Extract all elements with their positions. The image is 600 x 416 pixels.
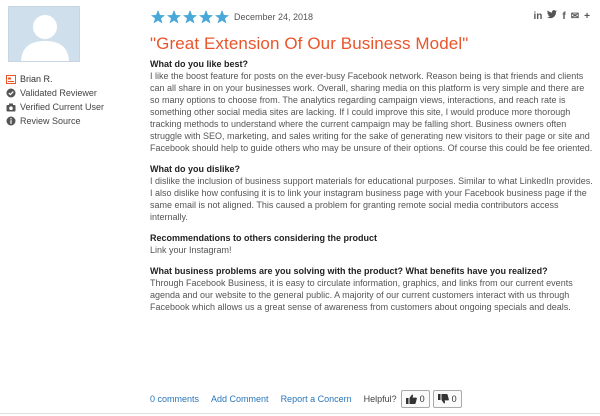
check-circle-icon: [6, 88, 16, 98]
thumbs-up-icon: [405, 394, 417, 404]
star-icon: [183, 10, 197, 24]
add-comment-link[interactable]: Add Comment: [211, 394, 269, 404]
reviewer-name: Brian R.: [20, 74, 53, 84]
report-concern-link[interactable]: Report a Concern: [281, 394, 352, 404]
validated-row: Validated Reviewer: [6, 86, 136, 100]
question-recommendations: Recommendations to others considering th…: [150, 233, 378, 243]
thumbs-up-count: 0: [419, 394, 425, 404]
question-business-problems: What business problems are you solving w…: [150, 266, 548, 276]
review-footer: 0 comments Add Comment Report a Concern …: [150, 390, 465, 408]
source-label[interactable]: Review Source: [20, 116, 81, 126]
facebook-icon[interactable]: f: [562, 11, 565, 22]
reviewer-panel: Brian R. Validated Reviewer Verified Cur…: [6, 6, 136, 128]
review-title: "Great Extension Of Our Business Model": [150, 34, 469, 53]
comments-link[interactable]: 0 comments: [150, 394, 199, 404]
thumbs-down-count: 0: [451, 394, 457, 404]
section-dislike: What do you dislike? I dislike the inclu…: [150, 164, 594, 223]
star-icon: [167, 10, 181, 24]
validated-label: Validated Reviewer: [20, 88, 97, 98]
question-like: What do you like best?: [150, 59, 249, 69]
thumbs-up-button[interactable]: 0: [400, 390, 430, 408]
question-dislike: What do you dislike?: [150, 164, 241, 174]
star-icon: [215, 10, 229, 24]
helpful-label: Helpful?: [363, 394, 397, 404]
answer-business-problems: Through Facebook Business, it is easy to…: [150, 278, 573, 312]
twitter-icon[interactable]: [547, 10, 558, 22]
star-icon: [199, 10, 213, 24]
review-date: December 24, 2018: [234, 12, 314, 22]
thumbs-down-button[interactable]: 0: [432, 390, 462, 408]
answer-recommendations: Link your Instagram!: [150, 245, 232, 255]
section-business-problems: What business problems are you solving w…: [150, 266, 594, 313]
star-icon: [151, 10, 165, 24]
thumbs-down-icon: [437, 394, 449, 404]
review-body: December 24, 2018 in f ✉ + "Great Extens…: [150, 8, 594, 313]
verified-row: Verified Current User: [6, 100, 136, 114]
section-recommendations: Recommendations to others considering th…: [150, 233, 594, 256]
section-like: What do you like best? I like the boost …: [150, 59, 594, 154]
id-card-icon: [6, 74, 16, 84]
reviewer-name-row: Brian R.: [6, 72, 136, 86]
linkedin-icon[interactable]: in: [534, 11, 543, 22]
verified-label: Verified Current User: [20, 102, 105, 112]
email-icon[interactable]: ✉: [571, 11, 579, 22]
star-rating: [150, 9, 230, 25]
source-row: Review Source: [6, 114, 136, 128]
camera-icon: [6, 102, 16, 112]
avatar: [8, 6, 80, 62]
answer-like: I like the boost feature for posts on th…: [150, 71, 593, 153]
share-bar: in f ✉ +: [534, 10, 590, 22]
answer-dislike: I dislike the inclusion of business supp…: [150, 176, 593, 222]
divider: [0, 413, 600, 414]
plus-icon[interactable]: +: [584, 11, 590, 22]
info-icon: [6, 116, 16, 126]
